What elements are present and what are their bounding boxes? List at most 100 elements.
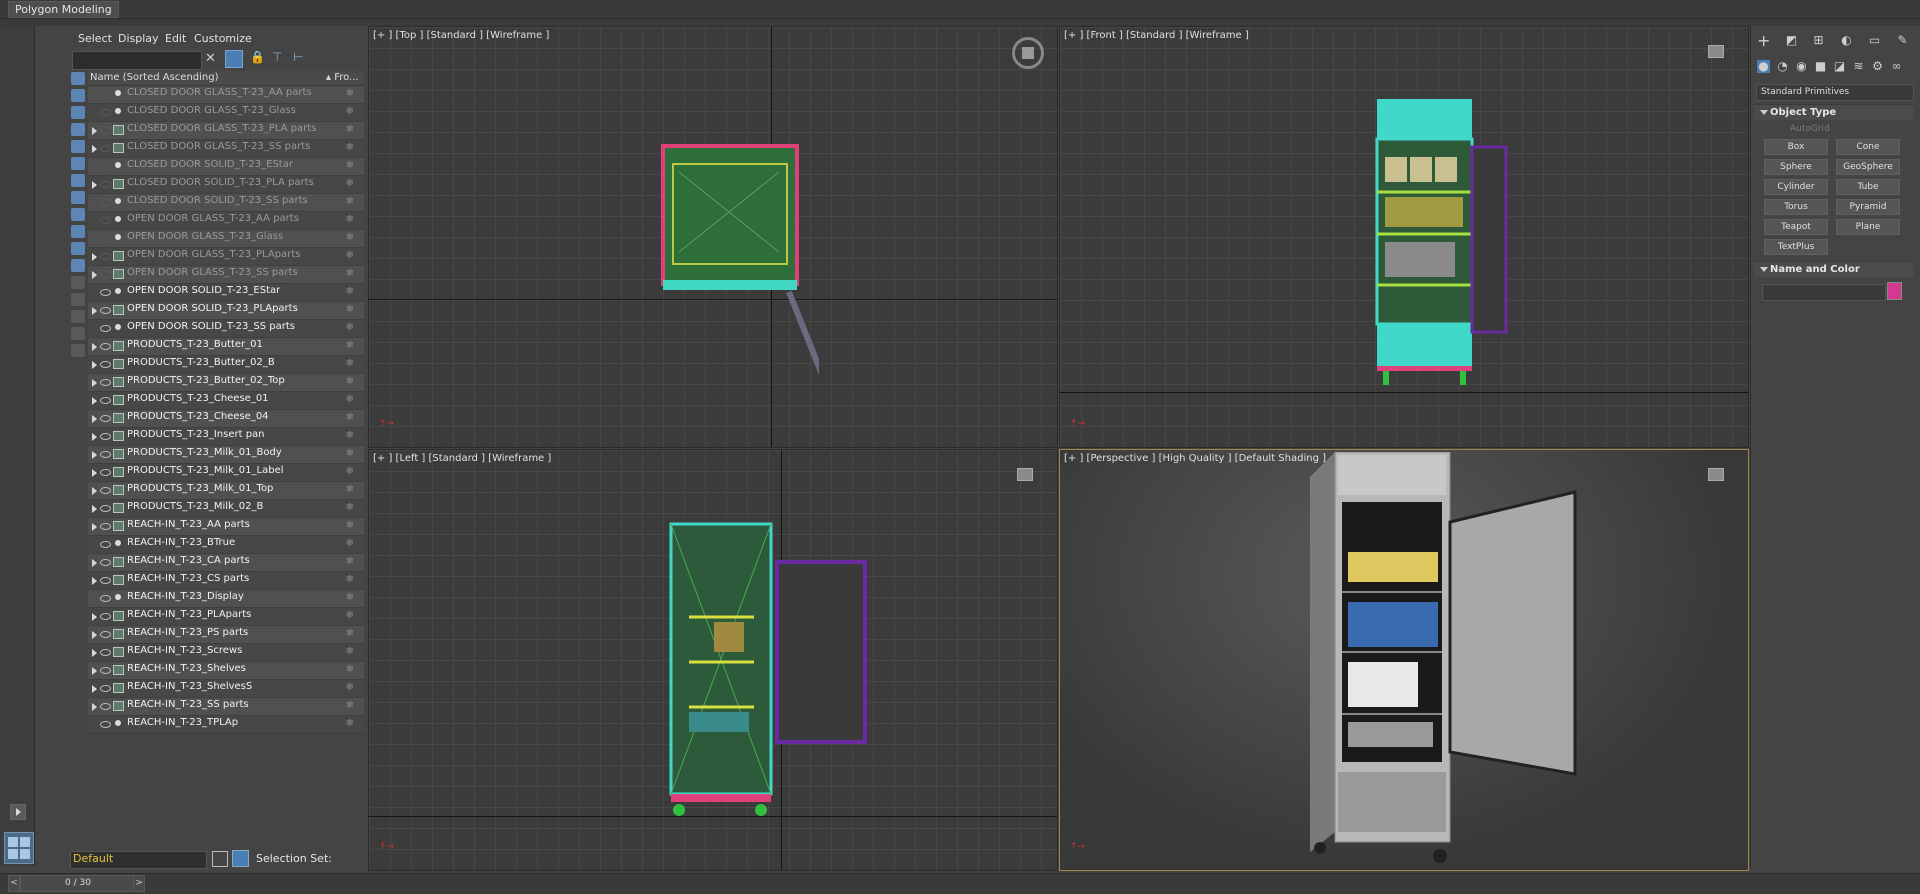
visibility-eye-icon[interactable] (100, 703, 111, 710)
freeze-snowflake-icon[interactable]: ❄ (346, 268, 354, 279)
freeze-snowflake-icon[interactable]: ❄ (346, 646, 354, 657)
list-item[interactable]: REACH-IN_T-23_CS parts ❄ (88, 572, 364, 590)
expand-arrow-icon[interactable] (92, 433, 97, 441)
frozen-filter-icon[interactable] (71, 242, 85, 255)
expand-arrow-icon[interactable] (92, 487, 97, 495)
display-tab-icon[interactable]: ▭ (1868, 34, 1881, 47)
visibility-eye-icon[interactable] (100, 235, 111, 242)
primitive-tube-button[interactable]: Tube (1836, 179, 1900, 195)
expand-arrow-icon[interactable] (92, 361, 97, 369)
visibility-eye-icon[interactable] (100, 595, 111, 602)
camera-filter-icon[interactable] (71, 123, 85, 136)
object-color-swatch[interactable] (1887, 282, 1902, 300)
list-item[interactable]: REACH-IN_T-23_Display ❄ (88, 590, 364, 608)
freeze-snowflake-icon[interactable]: ❄ (346, 376, 354, 387)
freeze-snowflake-icon[interactable]: ❄ (346, 502, 354, 513)
spacewarp-filter-icon[interactable] (71, 157, 85, 170)
visibility-eye-icon[interactable] (100, 721, 111, 728)
expand-arrow-icon[interactable] (92, 649, 97, 657)
object-name-input[interactable] (1762, 284, 1886, 301)
list-item[interactable]: PRODUCTS_T-23_Milk_01_Top ❄ (88, 482, 364, 500)
freeze-snowflake-icon[interactable]: ❄ (346, 358, 354, 369)
freeze-snowflake-icon[interactable]: ❄ (346, 196, 354, 207)
briefcase-icon[interactable] (71, 344, 85, 357)
visibility-eye-icon[interactable] (100, 217, 111, 224)
expand-arrow-icon[interactable] (92, 415, 97, 423)
list-item[interactable]: OPEN DOOR SOLID_T-23_SS parts ❄ (88, 320, 364, 338)
visibility-eye-icon[interactable] (100, 451, 111, 458)
visibility-eye-icon[interactable] (100, 253, 111, 260)
viewport-nav-icon[interactable] (1708, 45, 1724, 58)
visibility-eye-icon[interactable] (100, 649, 111, 656)
list-item[interactable]: CLOSED DOOR SOLID_T-23_EStar ❄ (88, 158, 364, 176)
primitive-cone-button[interactable]: Cone (1836, 139, 1900, 155)
list-item[interactable]: REACH-IN_T-23_Screws ❄ (88, 644, 364, 662)
freeze-snowflake-icon[interactable]: ❄ (346, 304, 354, 315)
primitive-cylinder-button[interactable]: Cylinder (1764, 179, 1828, 195)
freeze-snowflake-icon[interactable]: ❄ (346, 340, 354, 351)
freeze-snowflake-icon[interactable]: ❄ (346, 412, 354, 423)
motion-tab-icon[interactable]: ◐ (1840, 34, 1853, 47)
visibility-eye-icon[interactable] (100, 415, 111, 422)
object-type-rollout[interactable]: Object Type (1754, 104, 1914, 120)
list-item[interactable]: REACH-IN_T-23_PLAparts ❄ (88, 608, 364, 626)
freeze-snowflake-icon[interactable]: ❄ (346, 178, 354, 189)
visibility-eye-icon[interactable] (100, 631, 111, 638)
visibility-eye-icon[interactable] (100, 613, 111, 620)
freeze-snowflake-icon[interactable]: ❄ (346, 466, 354, 477)
list-item[interactable]: PRODUCTS_T-23_Cheese_01 ❄ (88, 392, 364, 410)
visibility-eye-icon[interactable] (100, 109, 111, 116)
primitive-box-button[interactable]: Box (1764, 139, 1828, 155)
freeze-snowflake-icon[interactable]: ❄ (346, 160, 354, 171)
visibility-eye-icon[interactable] (100, 379, 111, 386)
freeze-snowflake-icon[interactable]: ❄ (346, 682, 354, 693)
freeze-snowflake-icon[interactable]: ❄ (346, 124, 354, 135)
list-item[interactable]: CLOSED DOOR SOLID_T-23_SS parts ❄ (88, 194, 364, 212)
freeze-snowflake-icon[interactable]: ❄ (346, 448, 354, 459)
visibility-eye-icon[interactable] (100, 559, 111, 566)
list-item[interactable]: REACH-IN_T-23_SS parts ❄ (88, 698, 364, 716)
primitive-type-dropdown[interactable]: Standard Primitives (1756, 84, 1914, 101)
viewport-left[interactable]: [+ ] [Left ] [Standard ] [Wireframe ] ↑→ (368, 449, 1058, 871)
freeze-snowflake-icon[interactable]: ❄ (346, 556, 354, 567)
list-item[interactable]: OPEN DOOR SOLID_T-23_EStar ❄ (88, 284, 364, 302)
funnel-icon[interactable] (71, 327, 85, 340)
visibility-eye-icon[interactable] (100, 487, 111, 494)
display-all-icon[interactable] (71, 276, 85, 289)
filter-icon[interactable] (225, 50, 243, 68)
create-tab-icon[interactable]: + (1757, 33, 1770, 49)
list-item[interactable]: CLOSED DOOR GLASS_T-23_AA parts ❄ (88, 86, 364, 104)
expand-arrow-icon[interactable] (92, 307, 97, 315)
viewport-top[interactable]: [+ ] [Top ] [Standard ] [Wireframe ] ↑→ (368, 26, 1058, 448)
primitive-torus-button[interactable]: Torus (1764, 199, 1828, 215)
list-item[interactable]: OPEN DOOR GLASS_T-23_SS parts ❄ (88, 266, 364, 284)
freeze-snowflake-icon[interactable]: ❄ (346, 430, 354, 441)
viewport-front[interactable]: [+ ] [Front ] [Standard ] [Wireframe ] ↑… (1059, 26, 1749, 448)
menu-display[interactable]: Display (118, 32, 159, 45)
primitive-sphere-button[interactable]: Sphere (1764, 159, 1828, 175)
list-item[interactable]: PRODUCTS_T-23_Milk_02_B ❄ (88, 500, 364, 518)
cameras-category-icon[interactable]: ■ (1814, 60, 1827, 73)
viewcube-icon[interactable] (1012, 37, 1044, 69)
viewport-left-label[interactable]: [+ ] [Left ] [Standard ] [Wireframe ] (373, 453, 551, 464)
expand-arrow-icon[interactable] (92, 523, 97, 531)
freeze-snowflake-icon[interactable]: ❄ (346, 574, 354, 585)
visibility-eye-icon[interactable] (100, 163, 111, 170)
freeze-snowflake-icon[interactable]: ❄ (346, 628, 354, 639)
geometry-filter-icon[interactable] (71, 72, 85, 85)
list-item[interactable]: PRODUCTS_T-23_Butter_01 ❄ (88, 338, 364, 356)
freeze-snowflake-icon[interactable]: ❄ (346, 214, 354, 225)
container-filter-icon[interactable] (71, 225, 85, 238)
visibility-eye-icon[interactable] (100, 271, 111, 278)
visibility-eye-icon[interactable] (100, 667, 111, 674)
expand-arrow-icon[interactable] (92, 271, 97, 279)
list-item[interactable]: CLOSED DOOR SOLID_T-23_PLA parts ❄ (88, 176, 364, 194)
visibility-eye-icon[interactable] (100, 523, 111, 530)
visibility-eye-icon[interactable] (100, 127, 111, 134)
helpers-category-icon[interactable]: ◪ (1833, 60, 1846, 73)
list-item[interactable]: REACH-IN_T-23_BTrue ❄ (88, 536, 364, 554)
viewport-layout-icon[interactable] (4, 832, 34, 864)
geometry-category-icon[interactable]: ● (1757, 60, 1770, 73)
list-item[interactable]: PRODUCTS_T-23_Milk_01_Body ❄ (88, 446, 364, 464)
layers-icon[interactable] (212, 851, 228, 867)
